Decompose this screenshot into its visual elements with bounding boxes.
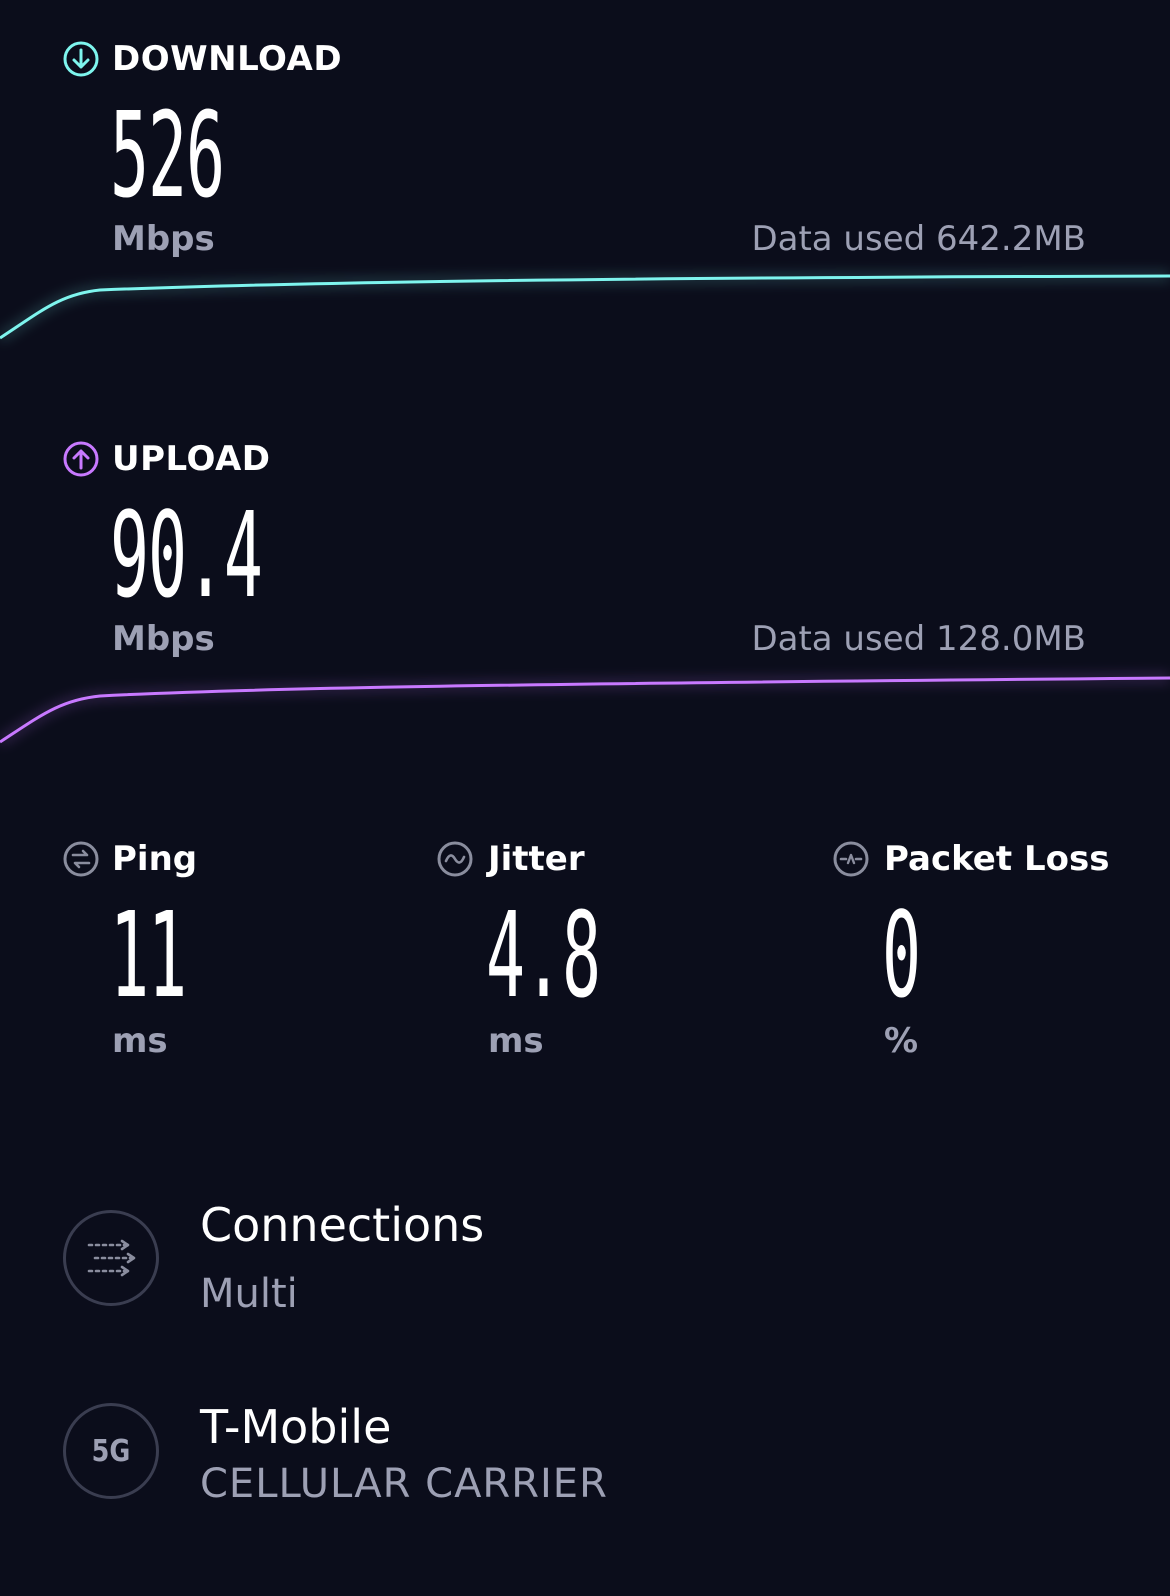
ping-value: 11: [110, 886, 187, 1024]
carrier-subtitle: CELLULAR CARRIER: [200, 1461, 608, 1507]
packet-loss-label: Packet Loss: [884, 839, 1110, 879]
packet-loss-unit: %: [884, 1021, 919, 1061]
5g-badge-label: 5G: [91, 1434, 131, 1469]
connections-icon: [63, 1210, 159, 1306]
download-speed-graph: [0, 271, 1170, 343]
jitter-icon: [437, 841, 473, 877]
upload-label: UPLOAD: [112, 439, 271, 479]
packet-loss-value: 0: [882, 886, 921, 1024]
connections-title: Connections: [200, 1198, 485, 1252]
download-arrow-icon: [63, 41, 99, 77]
jitter-label: Jitter: [488, 839, 585, 879]
upload-speed-graph: [0, 673, 1170, 747]
ping-unit: ms: [112, 1021, 168, 1061]
ping-label: Ping: [112, 839, 198, 879]
upload-arrow-icon: [63, 441, 99, 477]
packet-loss-icon: [833, 841, 869, 877]
jitter-value: 4.8: [486, 886, 601, 1024]
download-value: 526: [110, 86, 225, 224]
5g-icon: 5G: [63, 1403, 159, 1499]
upload-value: 90.4: [110, 486, 263, 624]
download-label: DOWNLOAD: [112, 39, 343, 79]
jitter-unit: ms: [488, 1021, 544, 1061]
ping-icon: [63, 841, 99, 877]
connections-value: Multi: [200, 1271, 298, 1317]
carrier-name: T-Mobile: [200, 1400, 392, 1454]
